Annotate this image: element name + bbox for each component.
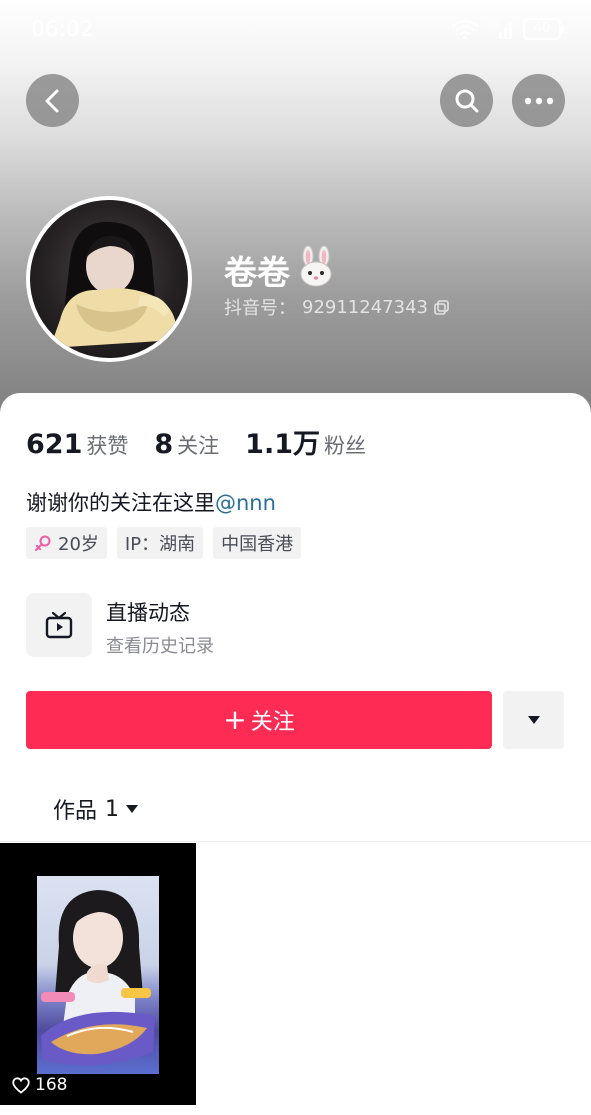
more-button[interactable] (512, 74, 565, 127)
stat-value: 1.1万 (245, 429, 321, 460)
stat-value: 8 (154, 429, 174, 460)
stat-value: 621 (26, 429, 83, 460)
search-button[interactable] (440, 74, 493, 127)
battery-icon: 40 (523, 18, 564, 40)
cellular-signal-icon: 4G (487, 20, 512, 39)
caret-down-icon (527, 716, 540, 724)
profile-stats: 621 获赞 8 关注 1.1万 粉丝 (26, 422, 392, 461)
status-bar: 06:02 4G 40 (0, 0, 591, 58)
plus-icon: + (223, 703, 247, 736)
live-subtitle: 查看历史记录 (106, 636, 214, 657)
douyin-id-value: 92911247343 (302, 296, 428, 318)
follow-label: 关注 (250, 710, 295, 735)
caret-down-icon (126, 805, 139, 813)
works-count: 1 (105, 796, 120, 822)
works-tab-label: 作品 (53, 799, 98, 824)
stat-likes[interactable]: 621 获赞 (26, 429, 128, 460)
stat-label: 获赞 (86, 434, 129, 458)
stat-label: 粉丝 (324, 434, 367, 458)
ip-tag: IP：湖南 (116, 527, 204, 559)
rabbit-face-icon (300, 246, 332, 287)
follow-button[interactable]: + 关注 (26, 691, 492, 749)
search-icon (455, 89, 478, 112)
video-thumbnail[interactable]: 168 (0, 843, 196, 1105)
bio-mention[interactable]: @nnn (215, 491, 276, 515)
tab-works[interactable]: 作品 1 (53, 793, 139, 825)
tab-divider (0, 841, 591, 842)
live-title[interactable]: 直播动态 (106, 597, 190, 627)
stat-followers[interactable]: 1.1万 粉丝 (245, 422, 366, 461)
female-icon (35, 535, 51, 551)
stat-following[interactable]: 8 关注 (154, 429, 219, 460)
svg-text:4G: 4G (487, 20, 500, 30)
douyin-id: 抖音号： 92911247343 (224, 294, 449, 320)
bio: 谢谢你的关注在这里@nnn (26, 487, 276, 517)
ip-tag-label: IP：湖南 (124, 534, 196, 555)
chevron-left-icon (45, 89, 58, 112)
video-like-count: 168 (12, 1075, 67, 1095)
stat-label: 关注 (177, 434, 220, 458)
wifi-icon (451, 19, 479, 40)
profile-tags: 20岁 IP：湖南 中国香港 (26, 527, 302, 559)
profile-name: 卷卷 (224, 253, 290, 292)
region-tag: 中国香港 (213, 527, 302, 559)
video-cover (37, 876, 159, 1074)
copy-icon[interactable] (434, 299, 449, 315)
age-tag: 20岁 (26, 527, 107, 559)
douyin-id-label: 抖音号： (224, 298, 296, 319)
more-horizontal-icon (524, 97, 553, 104)
heart-icon (12, 1076, 30, 1094)
status-icons: 4G 40 (451, 18, 564, 40)
age-tag-label: 20岁 (58, 534, 99, 555)
status-time: 06:02 (31, 17, 95, 41)
video-likes: 168 (35, 1075, 68, 1095)
region-tag-label: 中国香港 (221, 534, 294, 555)
battery-level: 40 (533, 21, 551, 36)
video-cover-art (41, 890, 155, 1066)
follow-dropdown-button[interactable] (503, 691, 564, 749)
live-history-button[interactable] (26, 593, 92, 657)
bio-text: 谢谢你的关注在这里 (26, 491, 215, 515)
tv-icon (45, 611, 73, 639)
avatar[interactable] (26, 196, 192, 362)
back-button[interactable] (26, 74, 79, 127)
avatar-photo (50, 221, 177, 348)
